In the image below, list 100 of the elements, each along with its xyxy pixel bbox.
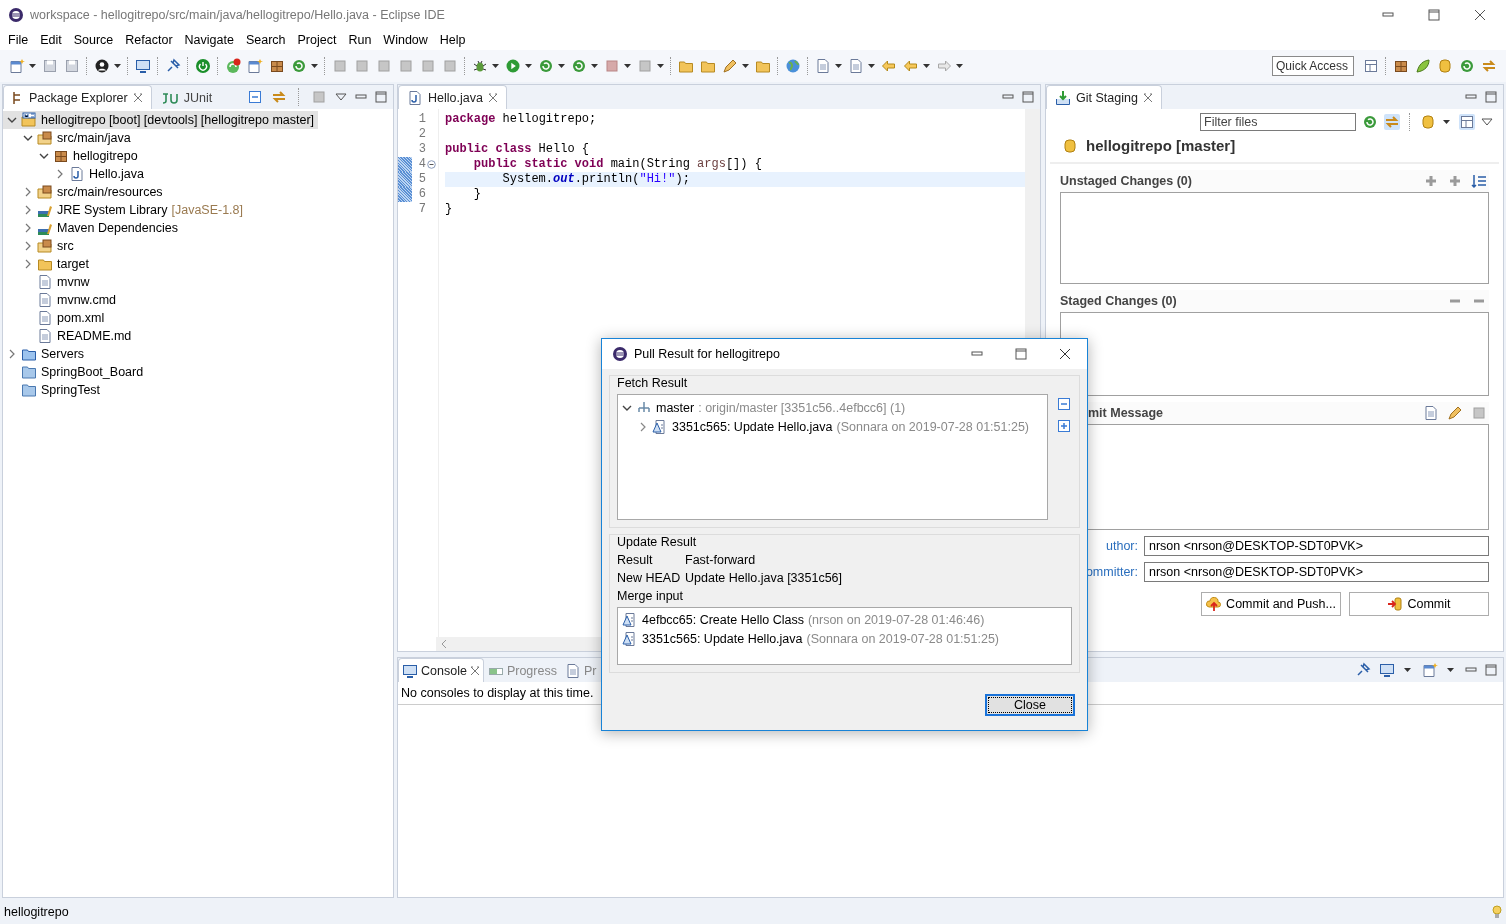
view-menu-icon[interactable]: [335, 91, 347, 103]
perspective-icon[interactable]: [1363, 58, 1379, 74]
folder-icon[interactable]: [678, 58, 694, 74]
chevron-icon[interactable]: [23, 259, 33, 269]
close-icon[interactable]: [1474, 9, 1486, 21]
folder-icon[interactable]: [700, 58, 716, 74]
sort-icon[interactable]: [1471, 173, 1487, 189]
merge-input-list[interactable]: 4efbcc65: Create Hello Class (nrson on 2019-07-28 01:46:46) 3351c565: Update Hello.java (Sonnara on 2019-07-28 01:51:25): [617, 607, 1072, 665]
menu-item[interactable]: Refactor: [119, 33, 179, 47]
filter-field[interactable]: Filter files: [1200, 113, 1356, 131]
link-arrows-icon[interactable]: [1481, 58, 1497, 74]
notification-icon[interactable]: [225, 58, 241, 74]
expand-all-icon[interactable]: [1056, 418, 1072, 434]
run-icon[interactable]: [505, 58, 521, 74]
tree-item[interactable]: SpringBoot_Board: [3, 363, 148, 381]
commit-and-push-button[interactable]: Commit and Push...: [1201, 592, 1341, 616]
chevron-icon[interactable]: [23, 223, 33, 233]
fold-icon[interactable]: [427, 160, 436, 169]
save-icon[interactable]: [42, 58, 58, 74]
tree-item[interactable]: src/main/resources: [3, 183, 167, 201]
commit-tree-item[interactable]: 3351c565: Update Hello.java (Sonnara on 2019-07-28 01:51:25): [622, 417, 1043, 436]
refresh-icon[interactable]: [538, 58, 554, 74]
menu-item[interactable]: Run: [342, 33, 378, 47]
folder-icon[interactable]: [755, 58, 771, 74]
maximize-icon[interactable]: [375, 91, 387, 103]
refresh-icon[interactable]: [1362, 114, 1378, 130]
back-arrow-icon[interactable]: [881, 58, 897, 74]
maximize-icon[interactable]: [1428, 9, 1440, 21]
user-icon[interactable]: [94, 58, 110, 74]
close-icon[interactable]: [1059, 348, 1071, 360]
tree-item[interactable]: SpringTest: [3, 381, 105, 399]
document-icon[interactable]: [848, 58, 864, 74]
menu-item[interactable]: File: [2, 33, 35, 47]
view-tab[interactable]: Package Explorer: [3, 85, 152, 109]
tree-item[interactable]: Hello.java: [3, 165, 148, 183]
package-icon[interactable]: [269, 58, 285, 74]
scroll-left-icon[interactable]: [440, 639, 448, 649]
view-tab[interactable]: JUnit: [151, 85, 222, 109]
chevron-icon[interactable]: [39, 151, 49, 161]
menu-item[interactable]: Search: [239, 33, 292, 47]
pen-icon[interactable]: [1447, 405, 1463, 421]
maximize-icon[interactable]: [1022, 91, 1034, 103]
pen-icon[interactable]: [722, 58, 738, 74]
tree-item[interactable]: target: [3, 255, 93, 273]
link-arrows-icon[interactable]: [271, 89, 287, 105]
menu-item[interactable]: Source: [67, 33, 120, 47]
new-console-icon[interactable]: [1422, 662, 1438, 678]
unstaged-files-list[interactable]: [1060, 192, 1489, 284]
committer-field[interactable]: nrson <nrson@DESKTOP-SDT0PVK>: [1144, 562, 1489, 582]
refresh-icon[interactable]: [1459, 58, 1475, 74]
view-tab[interactable]: Git Staging: [1046, 85, 1162, 109]
document-icon[interactable]: [1423, 405, 1439, 421]
link-arrows-icon[interactable]: [1384, 114, 1400, 130]
tree-item[interactable]: mvnw.cmd: [3, 291, 121, 309]
save-icon[interactable]: [64, 58, 80, 74]
chevron-icon[interactable]: [23, 187, 33, 197]
tree-item[interactable]: Servers: [3, 345, 89, 363]
tree-item[interactable]: hellogitrepo: [3, 147, 142, 165]
chevron-icon[interactable]: [7, 115, 17, 125]
maximize-icon[interactable]: [1015, 348, 1027, 360]
commit-tree-item[interactable]: master : origin/master [3351c56..4efbcc6] (1): [622, 398, 1043, 417]
refresh-icon[interactable]: [571, 58, 587, 74]
menu-item[interactable]: Window: [377, 33, 434, 47]
pin-icon[interactable]: [1355, 662, 1371, 678]
document-icon[interactable]: [815, 58, 831, 74]
pin-icon[interactable]: [165, 58, 181, 74]
tree-item[interactable]: src: [3, 237, 78, 255]
editor-tab[interactable]: Hello.java: [398, 85, 507, 109]
chevron-icon[interactable]: [55, 169, 65, 179]
tree-item[interactable]: README.md: [3, 327, 136, 345]
new-file-icon[interactable]: [247, 58, 263, 74]
menu-item[interactable]: Help: [433, 33, 472, 47]
tree-item[interactable]: Maven Dependencies: [3, 219, 182, 237]
add-icon[interactable]: [1423, 173, 1439, 189]
layout-icon[interactable]: [1459, 114, 1475, 130]
commit-item[interactable]: 3351c565: Update Hello.java (Sonnara on 2019-07-28 01:51:25): [622, 629, 1067, 648]
maximize-icon[interactable]: [1485, 91, 1497, 103]
leaf-icon[interactable]: [1415, 58, 1431, 74]
cylinder-icon[interactable]: [1437, 58, 1453, 74]
chevron-icon[interactable]: [23, 205, 33, 215]
menu-item[interactable]: Edit: [34, 33, 68, 47]
maximize-icon[interactable]: [1485, 664, 1497, 676]
quick-access-field[interactable]: Quick Access: [1272, 56, 1354, 76]
add-all-icon[interactable]: [1447, 173, 1463, 189]
menu-item[interactable]: Navigate: [178, 33, 240, 47]
chevron-icon[interactable]: [23, 241, 33, 251]
monitor-icon[interactable]: [135, 58, 151, 74]
tree-item[interactable]: hellogitrepo [boot] [devtools] [hellogitrepo master]: [3, 111, 319, 129]
close-button[interactable]: Close: [985, 694, 1075, 716]
commit-button[interactable]: Commit: [1349, 592, 1489, 616]
view-tab[interactable]: Console: [398, 658, 484, 682]
package-icon[interactable]: [1393, 58, 1409, 74]
tree-item[interactable]: src/main/java: [3, 129, 135, 147]
new-file-icon[interactable]: [9, 58, 25, 74]
author-field[interactable]: nrson <nrson@DESKTOP-SDT0PVK>: [1144, 536, 1489, 556]
collapse-all-icon[interactable]: [1056, 396, 1072, 412]
commit-item[interactable]: 4efbcc65: Create Hello Class (nrson on 2019-07-28 01:46:46): [622, 610, 1067, 629]
lightbulb-icon[interactable]: [1492, 905, 1502, 919]
collapse-all-icon[interactable]: [247, 89, 263, 105]
power-icon[interactable]: [195, 58, 211, 74]
